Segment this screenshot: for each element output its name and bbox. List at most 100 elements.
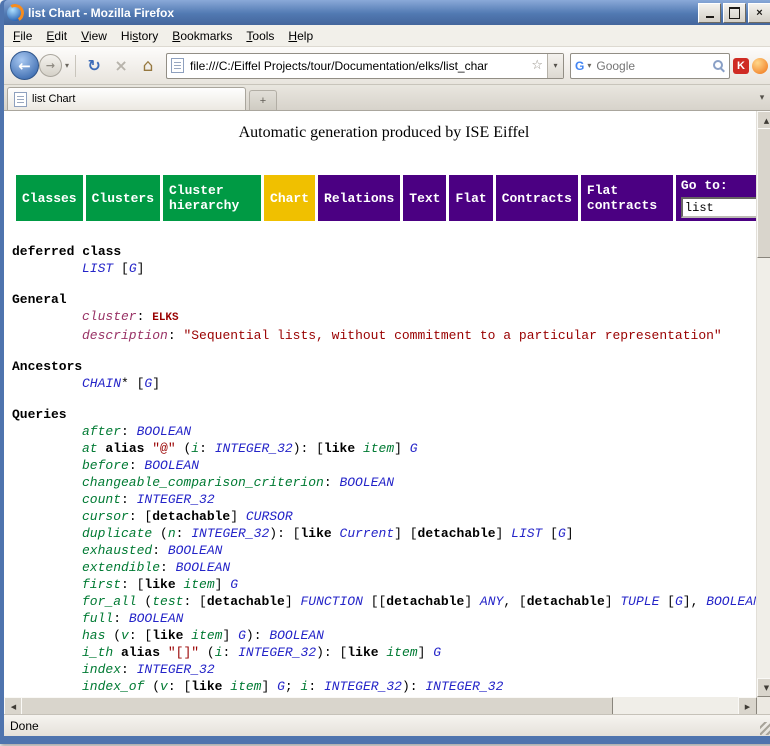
class-link[interactable]: INTEGER_32	[238, 645, 316, 660]
class-link[interactable]: FUNCTION	[300, 594, 362, 609]
class-link[interactable]: INTEGER_32	[324, 679, 402, 694]
class-link[interactable]: ANY	[480, 594, 503, 609]
class-link[interactable]: INTEGER_32	[425, 679, 503, 694]
vertical-scroll-thumb[interactable]	[757, 128, 770, 258]
doc-button-clusters[interactable]: Clusters	[86, 175, 160, 221]
code-line: description: "Sequential lists, without …	[82, 327, 756, 344]
search-bar[interactable]: G ▾	[570, 53, 730, 79]
class-link[interactable]: INTEGER_32	[215, 441, 293, 456]
menu-view[interactable]: View	[74, 27, 114, 45]
token: ELKS	[152, 312, 178, 324]
resize-grip[interactable]	[760, 722, 770, 735]
back-button[interactable]: ←	[10, 51, 39, 80]
class-link[interactable]: CURSOR	[246, 509, 293, 524]
token: [	[542, 526, 558, 541]
token: ],	[683, 594, 706, 609]
menu-tools[interactable]: Tools	[239, 27, 281, 45]
url-input[interactable]	[188, 58, 527, 74]
tab-list-chart[interactable]: list Chart	[7, 87, 246, 110]
class-link[interactable]: BOOLEAN	[706, 594, 756, 609]
class-link[interactable]: CHAIN	[82, 376, 121, 391]
class-link[interactable]: BOOLEAN	[129, 611, 184, 626]
class-link[interactable]: G	[410, 441, 418, 456]
token: "Sequential lists, without commitment to…	[183, 328, 721, 343]
code-line: for_all (test: [detachable] FUNCTION [[d…	[82, 593, 756, 610]
class-link[interactable]: LIST	[82, 261, 113, 276]
menu-history[interactable]: History	[114, 27, 165, 45]
tab-favicon	[14, 92, 27, 107]
doc-button-classes[interactable]: Classes	[16, 175, 83, 221]
search-input[interactable]	[594, 58, 709, 74]
doc-button-cluster-hierarchy[interactable]: Cluster hierarchy	[163, 175, 261, 221]
class-link[interactable]: BOOLEAN	[168, 543, 223, 558]
addon-icon[interactable]	[752, 58, 768, 74]
doc-button-text[interactable]: Text	[403, 175, 446, 221]
goto-input[interactable]	[681, 197, 756, 218]
class-link[interactable]: BOOLEAN	[137, 424, 192, 439]
token: ]	[394, 441, 410, 456]
home-icon: ⌂	[143, 56, 154, 76]
page-banner: Automatic generation produced by ISE Eif…	[12, 124, 756, 142]
feature-name: index	[82, 662, 121, 677]
vertical-scrollbar[interactable]: ▲ ▼	[756, 111, 770, 697]
token: ;	[285, 679, 301, 694]
class-link[interactable]: G	[433, 645, 441, 660]
class-link[interactable]: G	[277, 679, 285, 694]
section-heading: Queries	[12, 406, 756, 423]
token: detachable	[207, 594, 285, 609]
class-link[interactable]: LIST	[511, 526, 542, 541]
doc-button-flat-contracts[interactable]: Flat contracts	[581, 175, 673, 221]
doc-button-contracts[interactable]: Contracts	[496, 175, 578, 221]
token: "@"	[152, 441, 175, 456]
arrow-right-icon: ▶	[745, 703, 750, 711]
class-link[interactable]: Current	[340, 526, 395, 541]
class-link[interactable]: G	[230, 577, 238, 592]
minimize-button[interactable]	[698, 3, 721, 23]
close-button[interactable]: ×	[748, 3, 770, 23]
class-link[interactable]: INTEGER_32	[137, 662, 215, 677]
doc-button-flat[interactable]: Flat	[449, 175, 492, 221]
token: alias	[105, 441, 144, 456]
class-link[interactable]: BOOLEAN	[339, 475, 394, 490]
location-bar[interactable]: ☆ ▾	[166, 53, 564, 79]
token: ]	[285, 594, 301, 609]
reload-button[interactable]: ↻	[82, 54, 106, 78]
new-tab-button[interactable]: +	[249, 90, 277, 110]
class-link[interactable]: G	[129, 261, 137, 276]
horizontal-scrollbar[interactable]: ◀ ▶	[4, 697, 757, 714]
class-link[interactable]: G	[238, 628, 246, 643]
class-link[interactable]: TUPLE	[620, 594, 659, 609]
class-link[interactable]: INTEGER_32	[137, 492, 215, 507]
maximize-button[interactable]	[723, 3, 746, 23]
scroll-down-button[interactable]: ▼	[757, 678, 770, 697]
menu-help[interactable]: Help	[281, 27, 320, 45]
class-link[interactable]: BOOLEAN	[176, 560, 231, 575]
history-dropdown-button[interactable]: ▾	[65, 61, 69, 70]
menu-edit[interactable]: Edit	[39, 27, 74, 45]
bookmark-star-icon[interactable]: ☆	[531, 58, 543, 73]
doc-button-chart[interactable]: Chart	[264, 175, 315, 221]
stop-button[interactable]: ×	[109, 54, 133, 78]
menu-file[interactable]: File	[6, 27, 39, 45]
tab-bar: list Chart + ▾	[4, 85, 770, 111]
titlebar[interactable]: list Chart - Mozilla Firefox ×	[4, 0, 770, 25]
class-link[interactable]: BOOLEAN	[144, 458, 199, 473]
token: :	[129, 458, 145, 473]
search-engine-dropdown[interactable]: ▾	[587, 61, 591, 70]
search-icon[interactable]	[712, 59, 725, 72]
class-link[interactable]: G	[675, 594, 683, 609]
class-link[interactable]: INTEGER_32	[191, 526, 269, 541]
code-line: has (v: [like item] G): BOOLEAN	[82, 627, 756, 644]
tab-label: list Chart	[32, 93, 75, 105]
home-button[interactable]: ⌂	[136, 54, 160, 78]
class-link[interactable]: G	[558, 526, 566, 541]
forward-button[interactable]: →	[39, 54, 62, 77]
menu-bookmarks[interactable]: Bookmarks	[165, 27, 239, 45]
url-dropdown-button[interactable]: ▾	[547, 54, 563, 78]
list-all-tabs-button[interactable]: ▾	[753, 88, 770, 108]
class-link[interactable]: BOOLEAN	[269, 628, 324, 643]
doc-button-relations[interactable]: Relations	[318, 175, 400, 221]
kaspersky-addon-icon[interactable]: K	[733, 58, 749, 74]
feature-name: extendible	[82, 560, 160, 575]
minimize-icon	[706, 16, 714, 18]
